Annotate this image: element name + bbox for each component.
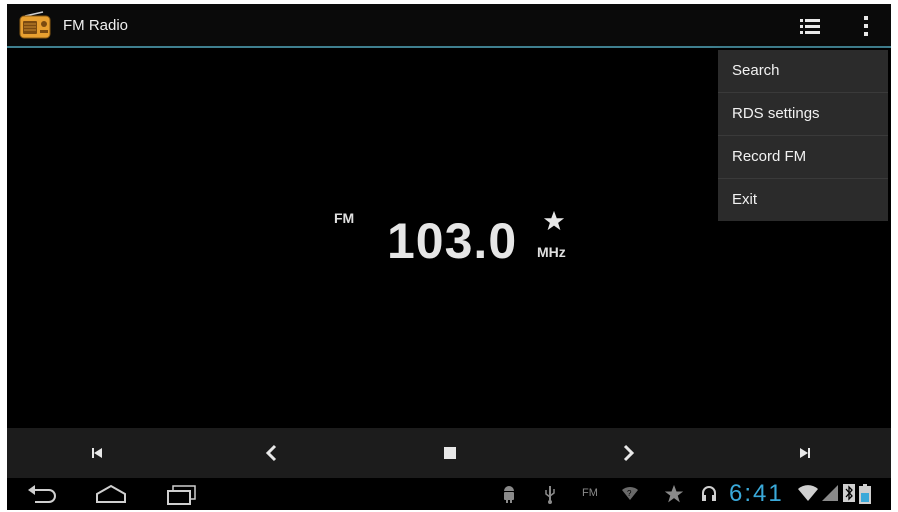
screen: FM Radio Search RDS settings Record FM E… xyxy=(7,4,891,510)
radio-app-icon xyxy=(19,11,51,39)
frequency-display: 103.0 xyxy=(387,213,518,269)
previous-station-button[interactable] xyxy=(83,439,111,467)
svg-text:?: ? xyxy=(627,489,632,498)
next-station-button[interactable] xyxy=(791,439,819,467)
band-label: FM xyxy=(334,210,355,226)
overflow-menu: Search RDS settings Record FM Exit xyxy=(718,50,888,221)
system-bar: FM ? 6:41 xyxy=(7,478,891,510)
app-title: FM Radio xyxy=(63,17,129,34)
overflow-menu-icon[interactable] xyxy=(853,12,879,40)
action-bar: FM Radio xyxy=(7,4,891,48)
control-bar xyxy=(7,428,891,478)
channel-list-icon[interactable] xyxy=(797,14,823,38)
android-debug-icon xyxy=(504,486,514,503)
headphones-icon xyxy=(702,486,716,501)
usb-icon xyxy=(545,486,555,504)
battery-icon xyxy=(859,484,871,504)
home-icon[interactable] xyxy=(93,482,129,506)
cell-signal-icon xyxy=(822,485,838,501)
favorite-star-icon[interactable] xyxy=(543,210,565,232)
seek-down-button[interactable] xyxy=(258,439,286,467)
menu-item-rds-settings[interactable]: RDS settings xyxy=(718,93,888,136)
menu-item-record-fm[interactable]: Record FM xyxy=(718,136,888,179)
recent-apps-icon[interactable] xyxy=(165,482,199,506)
clock: 6:41 xyxy=(729,480,784,507)
wifi-question-icon: ? xyxy=(622,486,638,500)
stop-button[interactable] xyxy=(436,439,464,467)
frequency-unit: MHz xyxy=(537,244,566,260)
wifi-signal-icon xyxy=(798,485,818,501)
fm-status-indicator: FM xyxy=(582,487,598,499)
seek-up-button[interactable] xyxy=(614,439,642,467)
back-icon[interactable] xyxy=(25,482,59,506)
bluetooth-icon xyxy=(843,484,855,502)
menu-item-exit[interactable]: Exit xyxy=(718,179,888,221)
favorite-status-icon xyxy=(664,484,684,503)
menu-item-search[interactable]: Search xyxy=(718,50,888,93)
